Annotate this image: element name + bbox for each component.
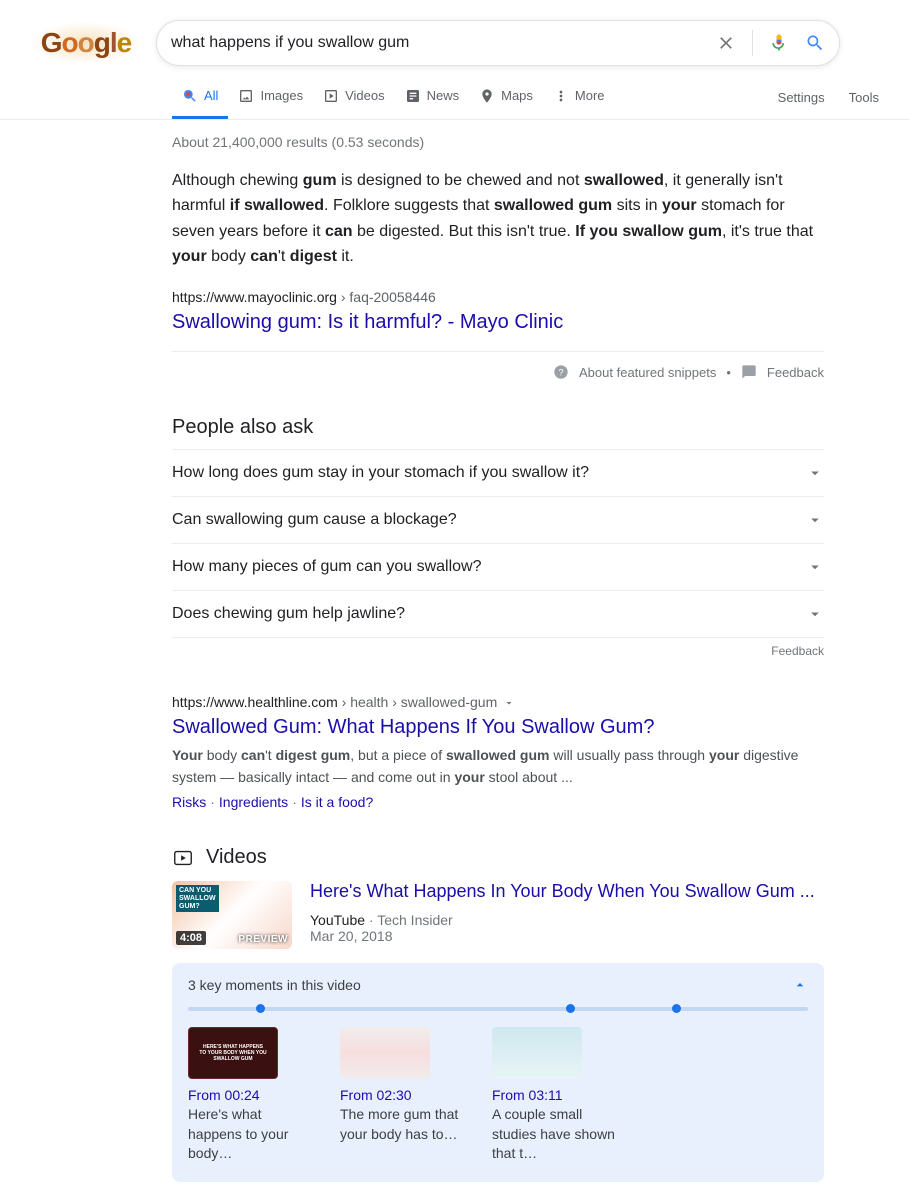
result-url[interactable]: https://www.mayoclinic.org › faq-2005844… — [172, 289, 824, 305]
chevron-down-icon — [806, 464, 824, 482]
sitelink[interactable]: Is it a food? — [301, 794, 373, 810]
key-moment[interactable]: From 02:30 The more gum that your body ha… — [340, 1027, 466, 1164]
sitelink[interactable]: Ingredients — [219, 794, 288, 810]
mic-icon[interactable] — [769, 33, 789, 53]
moment-time[interactable]: From 02:30 — [340, 1087, 466, 1103]
paa-question[interactable]: How long does gum stay in your stomach i… — [172, 449, 824, 496]
video-result: CAN YOU SWALLOW GUM? 4:08 PREVIEW Here's… — [172, 881, 824, 949]
settings-link[interactable]: Settings — [778, 90, 825, 105]
tab-more[interactable]: More — [543, 88, 615, 119]
tab-label: Images — [260, 88, 303, 104]
tab-all[interactable]: All — [172, 88, 228, 119]
videos-section-icon — [172, 847, 194, 869]
paa-feedback[interactable]: Feedback — [172, 638, 824, 658]
moments-timeline[interactable] — [188, 1007, 808, 1011]
feedback-link[interactable]: Feedback — [767, 365, 824, 380]
moment-dot[interactable] — [672, 1004, 681, 1013]
tab-label: All — [204, 88, 218, 104]
tools-link[interactable]: Tools — [849, 90, 879, 105]
tab-images[interactable]: Images — [228, 88, 313, 119]
key-moments-panel: 3 key moments in this video HERE'S WHAT … — [172, 963, 824, 1182]
people-also-ask-heading: People also ask — [172, 416, 824, 439]
tab-label: More — [575, 88, 605, 104]
google-logo[interactable]: Google — [16, 21, 156, 65]
chevron-down-icon — [806, 605, 824, 623]
chevron-up-icon[interactable] — [792, 977, 808, 993]
result-url[interactable]: https://www.healthline.com › health › sw… — [172, 694, 824, 710]
divider — [752, 30, 753, 56]
tab-maps[interactable]: Maps — [469, 88, 543, 119]
news-icon — [405, 88, 421, 104]
result-stats: About 21,400,000 results (0.53 seconds) — [172, 120, 824, 168]
video-title[interactable]: Here's What Happens In Your Body When Yo… — [310, 881, 815, 902]
moment-thumbnail — [340, 1027, 430, 1079]
moment-desc: A couple small studies have shown that t… — [492, 1105, 618, 1164]
moment-desc: The more gum that your body has to… — [340, 1105, 466, 1144]
videos-icon — [323, 88, 339, 104]
tab-label: Videos — [345, 88, 385, 104]
maps-icon — [479, 88, 495, 104]
moment-dot[interactable] — [256, 1004, 265, 1013]
search-tabs: All Images Videos News Maps More — [172, 88, 615, 119]
chevron-down-icon — [806, 511, 824, 529]
chevron-down-icon — [806, 558, 824, 576]
result-description: Your body can't digest gum, but a piece … — [172, 744, 824, 788]
tab-label: News — [427, 88, 460, 104]
moment-time[interactable]: From 03:11 — [492, 1087, 618, 1103]
moment-time[interactable]: From 00:24 — [188, 1087, 314, 1103]
search-icon — [182, 88, 198, 104]
video-thumbnail[interactable]: CAN YOU SWALLOW GUM? 4:08 PREVIEW — [172, 881, 292, 949]
more-icon — [553, 88, 569, 104]
search-input[interactable] — [171, 34, 716, 52]
paa-question[interactable]: Can swallowing gum cause a blockage? — [172, 496, 824, 543]
video-date: Mar 20, 2018 — [310, 928, 815, 944]
paa-question[interactable]: How many pieces of gum can you swallow? — [172, 543, 824, 590]
tab-label: Maps — [501, 88, 533, 104]
video-duration: 4:08 — [176, 931, 206, 945]
key-moment[interactable]: From 03:11 A couple small studies have sh… — [492, 1027, 618, 1164]
key-moments-heading: 3 key moments in this video — [188, 977, 361, 993]
result-title[interactable]: Swallowing gum: Is it harmful? - Mayo Cl… — [172, 309, 824, 335]
result-title[interactable]: Swallowed Gum: What Happens If You Swall… — [172, 714, 824, 740]
moment-thumbnail — [492, 1027, 582, 1079]
images-icon — [238, 88, 254, 104]
paa-question[interactable]: Does chewing gum help jawline? — [172, 590, 824, 638]
tab-news[interactable]: News — [395, 88, 470, 119]
sitelink[interactable]: Risks — [172, 794, 206, 810]
preview-label: PREVIEW — [238, 934, 288, 945]
search-bar[interactable] — [156, 20, 840, 66]
videos-heading: Videos — [206, 846, 267, 869]
clear-icon[interactable] — [716, 33, 736, 53]
help-icon: ? — [553, 364, 569, 380]
moment-desc: Here's what happens to your body… — [188, 1105, 314, 1164]
feedback-icon — [741, 364, 757, 380]
moment-dot[interactable] — [566, 1004, 575, 1013]
video-source: YouTube · Tech Insider — [310, 912, 815, 928]
caret-down-icon[interactable] — [497, 694, 515, 710]
svg-text:?: ? — [558, 367, 563, 377]
search-icon[interactable] — [805, 33, 825, 53]
tab-videos[interactable]: Videos — [313, 88, 395, 119]
featured-snippet-text: Although chewing gum is designed to be c… — [172, 168, 824, 269]
key-moment[interactable]: HERE'S WHAT HAPPENS TO YOUR BODY WHEN YO… — [188, 1027, 314, 1164]
about-featured-link[interactable]: About featured snippets — [579, 365, 716, 380]
sitelinks: Risks·Ingredients·Is it a food? — [172, 794, 824, 810]
moment-thumbnail: HERE'S WHAT HAPPENS TO YOUR BODY WHEN YO… — [188, 1027, 278, 1079]
